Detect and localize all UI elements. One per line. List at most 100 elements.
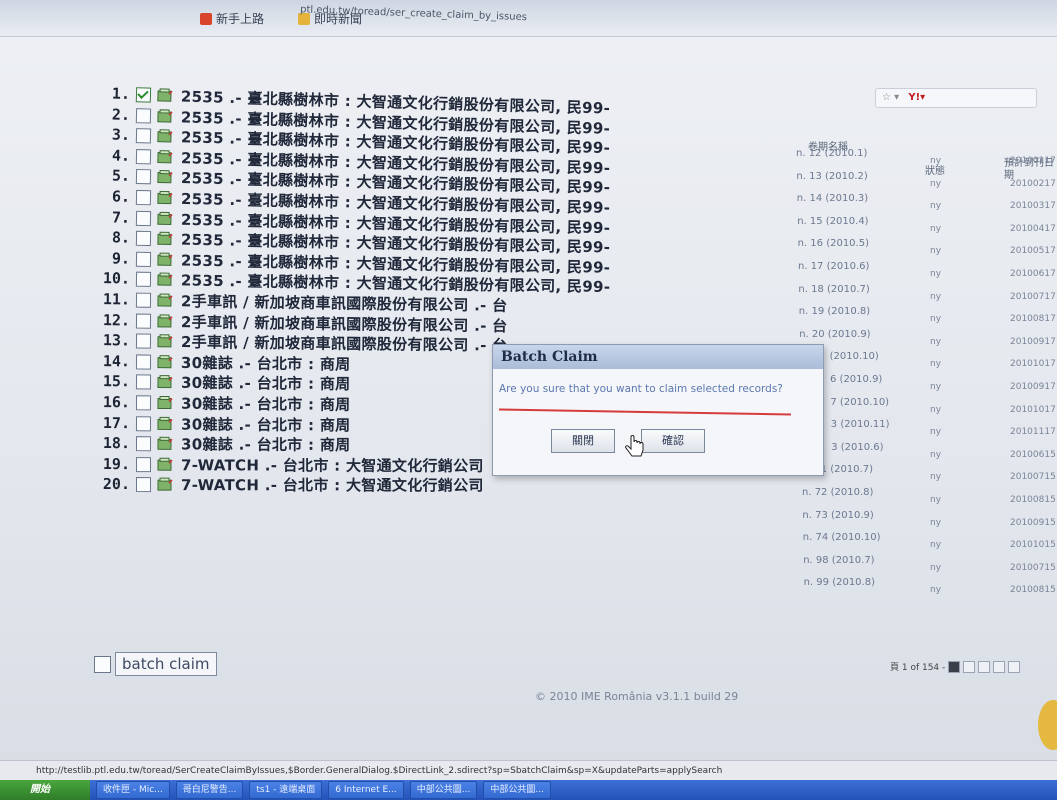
row-number: 4. [111,146,131,165]
row-checkbox[interactable] [135,107,152,123]
row-checkbox[interactable] [135,312,152,328]
expected-date-cell: 20100317 [1010,201,1056,212]
address-bar[interactable]: ptl.edu.tw/toread/ser_create_claim_by_is… [300,0,630,32]
row-checkbox[interactable] [135,435,152,451]
status-cell: ny [930,201,942,212]
browser-status-bar: http://testlib.ptl.edu.tw/toread/SerCrea… [0,760,1057,781]
expected-date-cell: 20100715 [1010,562,1056,573]
serial-icon [157,211,173,225]
next-page-button[interactable] [993,660,1006,673]
row-checkbox[interactable] [135,127,152,144]
page-2-button[interactable] [963,660,976,673]
serial-title[interactable]: 7-WATCH .- 台北市 : 大智通文化行銷公司 [181,474,484,495]
row-checkbox[interactable] [135,230,152,246]
page-1-button[interactable] [948,660,961,673]
footer-version: © 2010 IME România v3.1.1 build 29 [535,690,739,703]
row-number: 3. [111,125,131,145]
last-page-button[interactable] [1008,660,1021,673]
row-number: 13. [102,331,131,350]
row-checkbox[interactable] [135,271,152,287]
taskbar-item-1[interactable]: 收件匣 - Mic... [96,781,170,799]
expected-date-cell: 20101017 [1010,404,1056,415]
expected-date-cell: 20100815 [1010,495,1056,505]
status-cell: ny [930,449,942,460]
star-icon[interactable]: ☆ ▾ [882,92,899,103]
row-checkbox[interactable] [135,353,152,369]
serial-icon [157,477,173,492]
row-number: 16. [102,393,131,412]
select-all-checkbox[interactable] [94,655,111,673]
start-button[interactable]: 開始 [0,780,90,800]
issue-cell: 6 (2010.9) [830,374,883,385]
batch-claim-button[interactable]: batch claim [115,652,217,676]
taskbar-item-4[interactable]: 6 Internet E... [328,781,404,799]
taskbar-item-6[interactable]: 中部公共圖... [483,781,551,799]
search-box[interactable]: ☆ ▾ Y!▾ [875,88,1037,108]
status-cell: ny [930,223,942,234]
row-checkbox[interactable] [135,168,152,185]
serial-title[interactable]: 30雜誌 .- 台北市 : 商周 [181,372,351,394]
status-cell: ny [930,314,942,325]
taskbar-item-3[interactable]: ts1 - 遠端桌面 [249,781,323,799]
serial-icon [157,272,173,287]
row-checkbox[interactable] [135,374,152,390]
status-cell: ny [930,336,942,347]
dialog-message: Are you sure that you want to claim sele… [499,383,783,395]
favorite-link-1[interactable]: 新手上路 [200,10,264,27]
issue-cell: (2010.10) [829,351,879,363]
row-number: 12. [102,310,131,330]
yahoo-search-icon[interactable]: Y!▾ [908,92,925,103]
confirm-button[interactable]: 確認 [641,429,705,453]
row-checkbox[interactable] [135,86,152,103]
taskbar-item-2[interactable]: 哥白尼警告... [175,781,244,799]
serial-title[interactable]: 30雜誌 .- 台北市 : 商周 [181,392,351,414]
browser-page: 新手上路 即時新聞 ptl.edu.tw/toread/ser_create_c… [0,0,1057,800]
flame-icon [200,12,212,25]
help-bubble-icon[interactable] [1038,700,1057,750]
issue-cell: n. 72 (2010.8) [802,487,874,498]
status-cell: ny [930,269,942,279]
status-cell: ny [930,585,942,596]
status-cell: ny [930,517,942,528]
row-checkbox[interactable] [135,456,152,472]
issue-cell: n. 15 (2010.4) [797,215,869,227]
serial-icon [157,108,173,123]
row-checkbox[interactable] [135,415,152,431]
row-checkbox[interactable] [135,189,152,205]
serial-title[interactable]: 30雜誌 .- 台北市 : 商周 [181,413,351,435]
serial-icon [157,436,173,451]
taskbar-item-5[interactable]: 中部公共圖... [409,781,478,799]
row-checkbox[interactable] [135,292,152,308]
issue-cell: 7 (2010.10) [830,396,890,408]
close-button[interactable]: 關閉 [551,429,615,453]
serial-title[interactable]: 30雜誌 .- 台北市 : 商周 [181,433,351,455]
serial-title[interactable]: 7-WATCH .- 台北市 : 大智通文化行銷公司 [181,454,484,476]
status-url: http://testlib.ptl.edu.tw/toread/SerCrea… [36,766,723,776]
status-cell: ny [930,472,942,483]
page-3-button[interactable] [978,660,991,673]
status-cell: ny [930,495,942,505]
dialog-title[interactable]: Batch Claim [493,345,823,369]
row-checkbox[interactable] [135,476,152,492]
row-checkbox[interactable] [135,251,152,267]
issue-cell: n. 99 (2010.8) [803,577,875,589]
windows-taskbar: 開始 收件匣 - Mic... 哥白尼警告... ts1 - 遠端桌面 6 In… [0,780,1057,800]
status-cell: ny [930,540,942,551]
row-number: 18. [102,434,131,453]
serial-icon [157,252,173,266]
expected-date-cell: 20101015 [1010,540,1056,551]
expected-date-cell: 20100817 [1010,314,1056,325]
expected-date-cell: 20100715 [1010,472,1056,483]
issue-cell: n. 16 (2010.5) [797,238,869,250]
row-checkbox[interactable] [135,148,152,164]
issue-cell: n. 12 (2010.1) [796,148,868,159]
row-checkbox[interactable] [135,209,152,226]
row-checkbox[interactable] [135,394,152,410]
status-cell: ny [930,291,942,302]
issue-cell: n. 98 (2010.7) [803,554,875,566]
row-number: 15. [102,372,131,391]
serial-icon [157,395,173,410]
issue-cell: n. 73 (2010.9) [802,509,874,521]
row-number: 9. [111,249,131,268]
row-checkbox[interactable] [135,333,152,349]
